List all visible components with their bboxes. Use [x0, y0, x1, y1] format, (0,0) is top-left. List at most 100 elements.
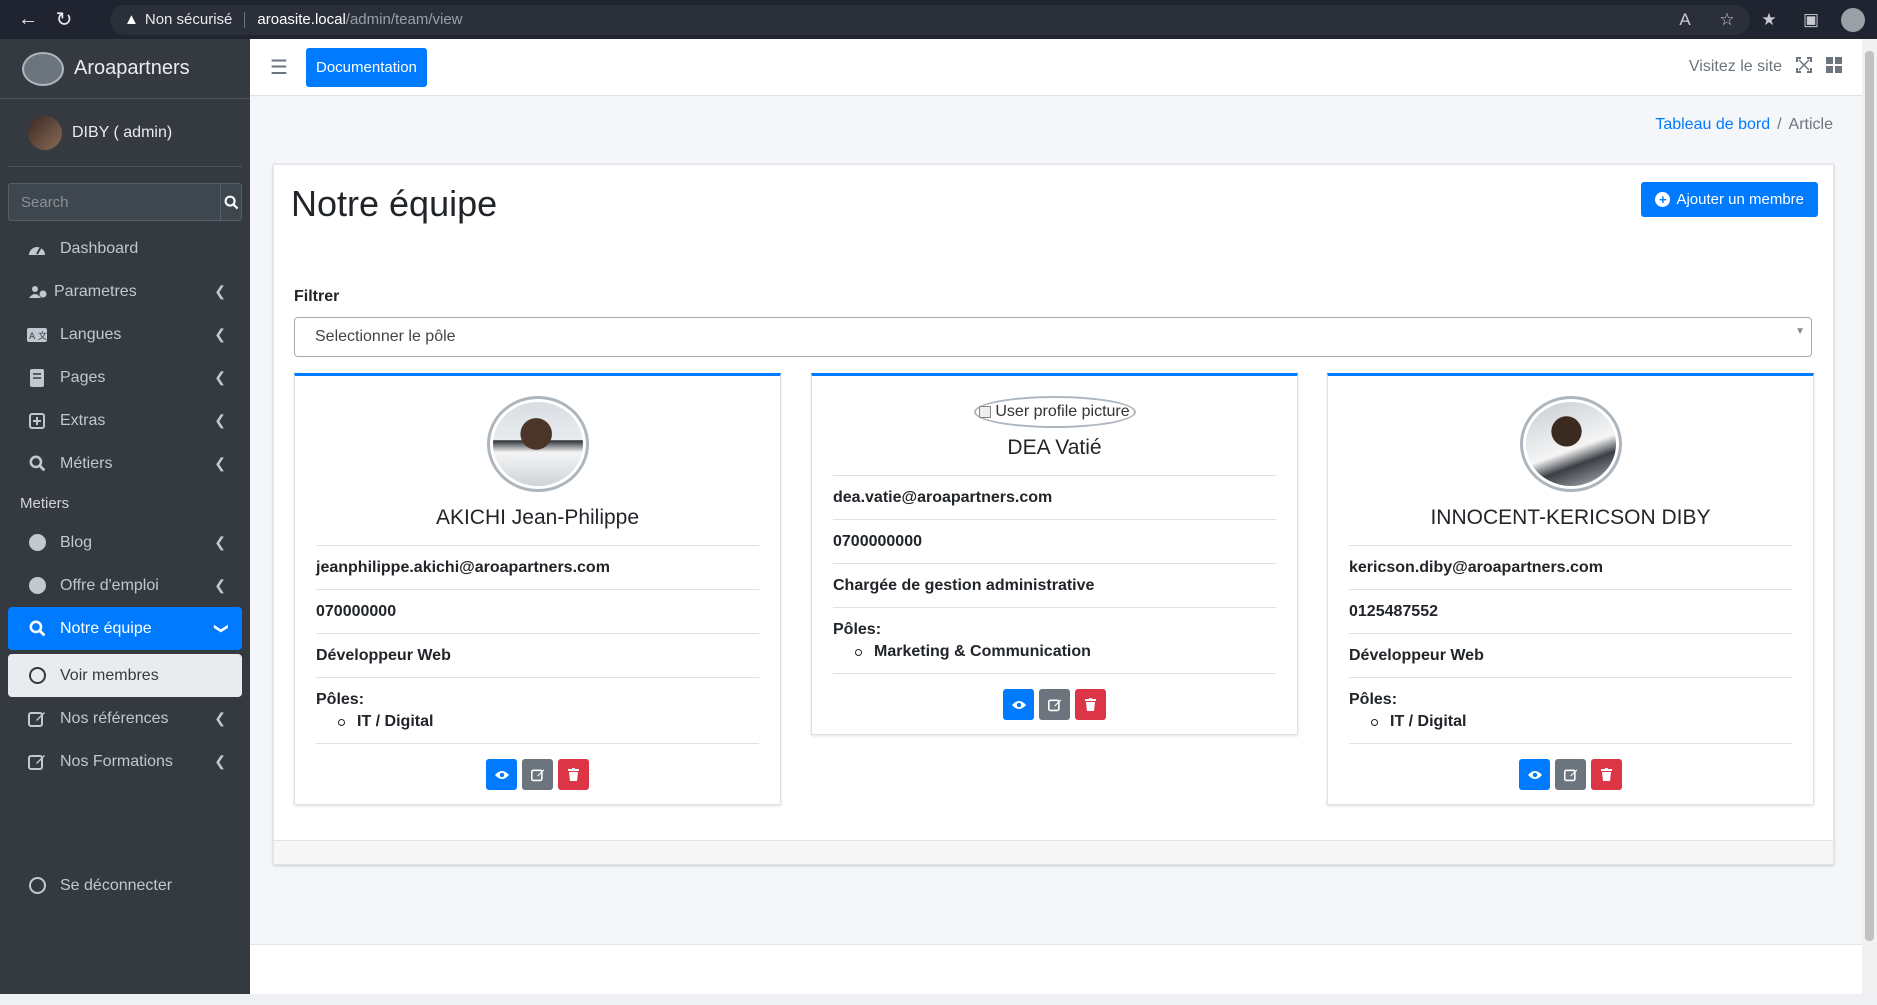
svg-text:文: 文: [38, 330, 47, 342]
breadcrumb-home-link[interactable]: Tableau de bord: [1655, 116, 1770, 133]
search-icon: [224, 195, 238, 209]
read-aloud-icon[interactable]: A: [1671, 6, 1699, 34]
delete-button[interactable]: [558, 759, 589, 790]
eye-icon: [1011, 700, 1026, 709]
book-icon: [26, 368, 48, 387]
member-role: Chargée de gestion administrative: [833, 563, 1276, 607]
brand-logo: [22, 51, 64, 86]
sidebar-search: [8, 183, 242, 221]
chevron-left-icon: ❮: [214, 283, 226, 299]
brand-link[interactable]: Aroapartners: [0, 39, 250, 99]
sidebar-item-offre-emploi[interactable]: Offre d'emploi ❮: [8, 564, 242, 607]
add-member-button[interactable]: + Ajouter un membre: [1641, 182, 1818, 217]
sidebar-item-label: Extras: [60, 411, 106, 429]
pole-list-item: Marketing & Communication: [833, 643, 1276, 661]
member-poles: Pôles: Marketing & Communication: [833, 607, 1276, 674]
favorites-icon[interactable]: ★: [1755, 6, 1783, 34]
member-avatar: [1519, 396, 1622, 492]
fullscreen-icon[interactable]: [1796, 56, 1812, 78]
member-avatar: [486, 396, 589, 492]
address-separator: [244, 11, 246, 28]
member-email: dea.vatie@aroapartners.com: [833, 475, 1276, 519]
caret-down-icon: ▼: [1795, 326, 1805, 337]
sidebar-section-header: Metiers: [20, 494, 70, 512]
tachometer-icon: [26, 241, 48, 257]
view-button[interactable]: [486, 759, 517, 790]
add-member-label: Ajouter un membre: [1676, 191, 1804, 208]
edit-icon: [1563, 769, 1577, 781]
filter-label: Filtrer: [294, 288, 340, 305]
avatar-alt-text: User profile picture: [995, 403, 1130, 420]
plus-circle-icon: +: [1655, 192, 1671, 207]
window-bottom-edge: [0, 994, 1877, 1005]
url-host: aroasite.local: [257, 11, 346, 28]
member-email: jeanphilippe.akichi@aroapartners.com: [316, 545, 759, 589]
page-footer: [250, 944, 1862, 994]
member-phone: 0700000000: [833, 519, 1276, 563]
member-name: AKICHI Jean-Philippe: [435, 506, 640, 529]
sidebar-item-extras[interactable]: Extras ❮: [8, 399, 242, 442]
language-icon: A文: [26, 327, 48, 342]
sidebar-item-dashboard[interactable]: Dashboard: [8, 227, 242, 270]
edit-button[interactable]: [1039, 689, 1070, 720]
sidebar-subitem-voir-membres[interactable]: Voir membres: [8, 654, 242, 697]
collections-icon[interactable]: ▣: [1797, 6, 1825, 34]
edit-button[interactable]: [522, 759, 553, 790]
profile-icon[interactable]: [1839, 6, 1867, 34]
visit-site-link[interactable]: Visitez le site: [1689, 58, 1782, 76]
circle-icon: [26, 577, 48, 594]
member-avatar-broken: User profile picture: [973, 396, 1136, 428]
reload-icon[interactable]: ↻: [46, 2, 82, 38]
grid-icon[interactable]: [1826, 56, 1842, 78]
search-button[interactable]: [221, 183, 242, 221]
page-scrollbar[interactable]: [1862, 39, 1877, 1005]
poles-label: Pôles:: [833, 621, 882, 638]
scrollbar-thumb[interactable]: [1865, 51, 1874, 941]
delete-button[interactable]: [1075, 689, 1106, 720]
search-input[interactable]: [8, 183, 221, 221]
sidebar-item-label: Offre d'emploi: [60, 576, 159, 594]
sidebar: Aroapartners DIBY ( admin) Dashboard Par…: [0, 39, 250, 1005]
delete-button[interactable]: [1591, 759, 1622, 790]
address-bar[interactable]: ▲ Non sécurisé aroasite.local/admin/team…: [110, 4, 1750, 35]
trash-icon: [1085, 698, 1096, 711]
documentation-button[interactable]: Documentation: [306, 47, 427, 87]
sidebar-item-logout[interactable]: Se déconnecter: [8, 864, 242, 907]
sidebar-item-metiers[interactable]: Métiers ❮: [8, 442, 242, 485]
pole-filter-select[interactable]: Selectionner le pôle ▼: [294, 317, 1812, 357]
member-role: Développeur Web: [1349, 633, 1792, 677]
member-name: DEA Vatié: [1007, 436, 1102, 459]
sidebar-item-label: Se déconnecter: [60, 876, 173, 894]
back-icon[interactable]: ←: [10, 2, 46, 38]
menu-toggle-icon[interactable]: ☰: [270, 55, 300, 80]
member-card: User profile picture DEA Vatié dea.vatie…: [811, 373, 1298, 735]
chevron-left-icon: ❮: [214, 326, 226, 342]
sidebar-item-notre-equipe[interactable]: Notre équipe ❮: [8, 607, 242, 650]
chevron-left-icon: ❮: [214, 455, 226, 471]
sidebar-item-nos-references[interactable]: Nos références ❮: [8, 697, 242, 740]
edit-button[interactable]: [1555, 759, 1586, 790]
member-name: INNOCENT-KERICSON DIBY: [1430, 506, 1711, 529]
edit-icon: [26, 753, 48, 771]
edit-icon: [1047, 699, 1061, 711]
view-button[interactable]: [1519, 759, 1550, 790]
sidebar-item-blog[interactable]: Blog ❮: [8, 521, 242, 564]
member-actions: [833, 689, 1276, 720]
sidebar-item-parametres[interactable]: Parametres ❮: [8, 270, 242, 313]
edit-icon: [530, 769, 544, 781]
member-poles: Pôles: IT / Digital: [316, 677, 759, 744]
brand-name: Aroapartners: [74, 57, 190, 79]
pole-list-item: IT / Digital: [1349, 713, 1792, 731]
sidebar-item-label: Voir membres: [60, 666, 159, 684]
circle-outline-icon: [26, 877, 48, 894]
sidebar-item-langues[interactable]: A文 Langues ❮: [8, 313, 242, 356]
sidebar-item-label: Pages: [60, 368, 106, 386]
view-button[interactable]: [1003, 689, 1034, 720]
chevron-left-icon: ❮: [214, 710, 226, 726]
sidebar-item-label: Nos Formations: [60, 752, 173, 770]
search-icon: [26, 455, 48, 472]
sidebar-item-pages[interactable]: Pages ❮: [8, 356, 242, 399]
favorite-add-icon[interactable]: ☆: [1713, 6, 1741, 34]
sidebar-item-nos-formations[interactable]: Nos Formations ❮: [8, 740, 242, 783]
user-panel[interactable]: DIBY ( admin): [8, 99, 242, 167]
